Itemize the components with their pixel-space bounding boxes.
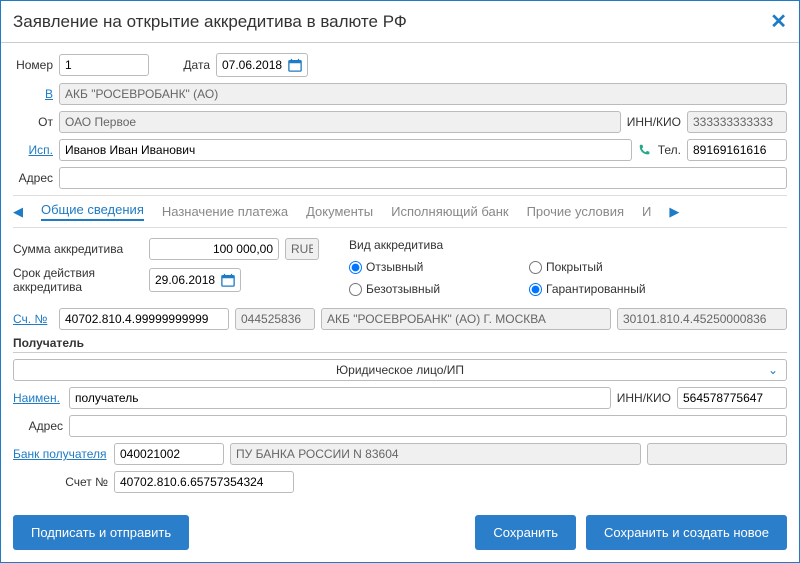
recip-acc-input[interactable] <box>114 471 294 493</box>
number-input[interactable] <box>59 54 149 76</box>
save-button[interactable]: Сохранить <box>475 515 576 550</box>
term-label: Срок действия аккредитива <box>13 266 143 294</box>
recipient-header: Получатель <box>13 336 787 353</box>
sign-send-button[interactable]: Подписать и отправить <box>13 515 189 550</box>
acc-input[interactable] <box>59 308 229 330</box>
chevron-down-icon: ⌄ <box>768 363 778 377</box>
recipient-type-dropdown[interactable]: Юридическое лицо/ИП ⌄ <box>13 359 787 381</box>
calendar-icon[interactable] <box>220 272 236 288</box>
tel-label: Тел. <box>658 143 681 157</box>
recip-bank-extra-input <box>647 443 787 465</box>
recip-name-input[interactable] <box>69 387 611 409</box>
date-label: Дата <box>175 58 210 72</box>
address-input[interactable] <box>59 167 787 189</box>
tab-general[interactable]: Общие сведения <box>41 202 144 221</box>
isp-input[interactable] <box>59 139 632 161</box>
radio-revocable[interactable]: Отзывный <box>349 260 489 274</box>
radio-covered[interactable]: Покрытый <box>529 260 669 274</box>
recip-bank-name-input <box>230 443 641 465</box>
recip-inn-label: ИНН/КИО <box>617 391 671 405</box>
recip-bank-label-link[interactable]: Банк получателя <box>13 447 108 461</box>
tab-executing-bank[interactable]: Исполняющий банк <box>391 204 508 219</box>
tab-purpose[interactable]: Назначение платежа <box>162 204 288 219</box>
sum-input[interactable] <box>149 238 279 260</box>
close-icon[interactable]: ✕ <box>770 9 787 34</box>
tab-more[interactable]: И <box>642 204 651 219</box>
number-label: Номер <box>13 58 53 72</box>
radio-guaranteed[interactable]: Гарантированный <box>529 282 669 296</box>
tab-scroll-right-icon[interactable]: ▶ <box>669 204 679 220</box>
recip-address-label: Адрес <box>13 419 63 433</box>
bank-input <box>59 83 787 105</box>
inn-label: ИНН/КИО <box>627 115 681 129</box>
tab-other[interactable]: Прочие условия <box>527 204 624 219</box>
recip-name-label-link[interactable]: Наимен. <box>13 391 63 405</box>
isp-label-link[interactable]: Исп. <box>13 143 53 157</box>
address-label: Адрес <box>13 171 53 185</box>
tab-scroll-left-icon[interactable]: ◀ <box>13 204 23 220</box>
tel-input[interactable] <box>687 139 787 161</box>
currency-input <box>285 238 319 260</box>
acc-type-header: Вид аккредитива <box>349 238 669 252</box>
dialog-title: Заявление на открытие аккредитива в валю… <box>13 12 407 32</box>
bank-full-input <box>321 308 611 330</box>
radio-irrevocable[interactable]: Безотзывный <box>349 282 489 296</box>
inn-input <box>687 111 787 133</box>
from-label: От <box>13 115 53 129</box>
bank-label-link[interactable]: В <box>13 87 53 101</box>
recip-acc-label: Счет № <box>13 475 108 489</box>
acc-label-link[interactable]: Сч. № <box>13 312 53 326</box>
phone-icon[interactable] <box>638 143 652 157</box>
date-input[interactable] <box>217 54 287 76</box>
bank-code-input <box>235 308 315 330</box>
recip-inn-input[interactable] <box>677 387 787 409</box>
recip-bank-code-input[interactable] <box>114 443 224 465</box>
save-new-button[interactable]: Сохранить и создать новое <box>586 515 787 550</box>
sum-label: Сумма аккредитива <box>13 242 143 256</box>
tab-documents[interactable]: Документы <box>306 204 373 219</box>
from-input <box>59 111 621 133</box>
term-input[interactable] <box>150 269 220 291</box>
corr-input <box>617 308 787 330</box>
calendar-icon[interactable] <box>287 57 303 73</box>
recip-address-input[interactable] <box>69 415 787 437</box>
